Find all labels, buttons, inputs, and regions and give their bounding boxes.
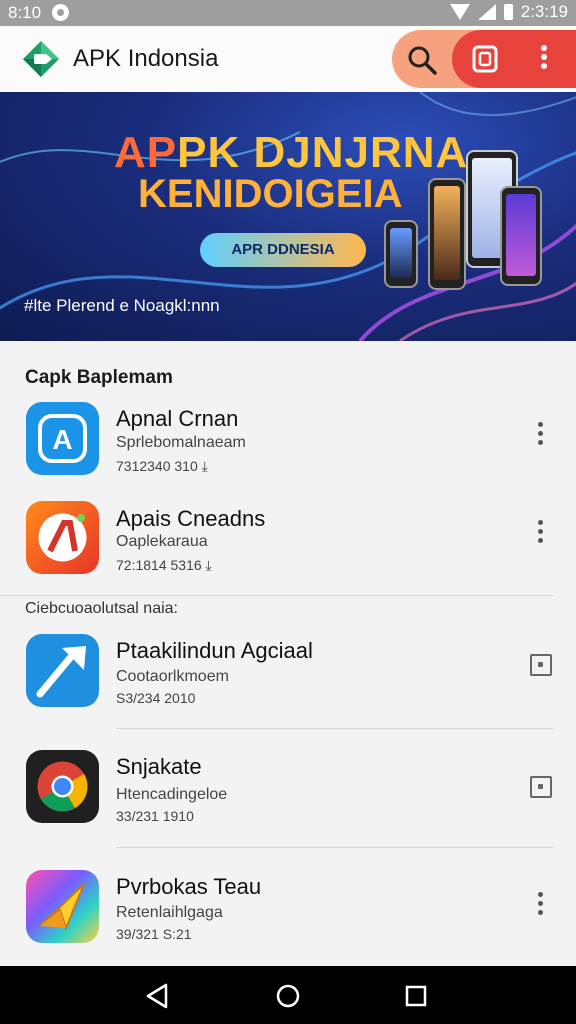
banner-chip: APR DDNESIA: [200, 233, 366, 267]
rainbow-plane-app-icon: [26, 870, 99, 943]
phone-illustration: [384, 220, 418, 288]
app-subtitle: Sprlebomalnaeam: [116, 434, 246, 451]
more-vert-icon[interactable]: [530, 42, 558, 76]
status-time: 8:10: [8, 3, 42, 22]
orange-a-app-icon: [26, 501, 99, 574]
app-meta: 39/321 S:21: [116, 926, 192, 942]
system-nav-bar: [0, 966, 576, 1024]
app-meta: S3/234 2010: [116, 690, 196, 706]
app-subtitle: Htencadingeloe: [116, 786, 228, 803]
notification-icon: [52, 4, 69, 21]
chrome-app-icon: [26, 750, 99, 823]
app-name: Apais Cneadns: [116, 506, 266, 531]
app-meta: 7312340 310 ⤓: [116, 458, 208, 474]
list-item[interactable]: A Apnal Crnan Sprlebomalnaeam 7312340 31…: [0, 398, 576, 498]
home-icon[interactable]: [274, 982, 302, 1010]
banner-title-line1: APPK DJNJRNA: [114, 128, 469, 177]
square-icon[interactable]: [530, 654, 552, 676]
app-title: APK Indonsia: [73, 45, 219, 72]
section-header-top: Capk Baplemam: [25, 367, 173, 388]
more-vert-icon[interactable]: [528, 418, 552, 452]
app-bar: APK Indonsia: [0, 26, 576, 92]
status-clock: 2:3:19: [520, 2, 568, 21]
app-name: Snjakate: [116, 754, 202, 779]
square-icon[interactable]: [530, 776, 552, 798]
list-item[interactable]: Pvrbokas Teau Retenlaihlgaga 39/321 S:21: [0, 866, 576, 966]
status-right: 2:3:19: [449, 2, 568, 22]
app-name: Pvrbokas Teau: [116, 874, 262, 899]
more-vert-icon[interactable]: [528, 516, 552, 550]
app-name: Ptaakilindun Agciaal: [116, 638, 313, 663]
list-item[interactable]: Apais Cneadns Oaplekaraua 72:1814 5316 ⤓: [0, 498, 576, 598]
signal-icon: [477, 4, 496, 20]
more-vert-icon[interactable]: [528, 888, 552, 922]
divider: [116, 728, 554, 729]
divider: [116, 847, 554, 848]
phone-illustration: [500, 186, 542, 286]
app-subtitle: Cootaorlkmoem: [116, 668, 229, 685]
battery-icon: [503, 4, 513, 20]
banner-title-line2: KENIDOIGEIA: [138, 172, 403, 216]
app-subtitle: Retenlaihlgaga: [116, 904, 223, 921]
search-icon[interactable]: [405, 43, 439, 77]
app-name: Apnal Crnan: [116, 406, 239, 431]
app-meta: 72:1814 5316 ⤓: [116, 557, 212, 573]
screen-icon[interactable]: [469, 43, 501, 75]
divider: [0, 595, 554, 596]
recents-icon[interactable]: [402, 982, 430, 1010]
section-header-middle: Ciebcuoaolutsal naia:: [25, 600, 178, 617]
phone-illustration: [428, 178, 466, 290]
apk-logo-icon: [23, 41, 59, 77]
blue-arrow-app-icon: [26, 634, 99, 707]
back-icon[interactable]: [144, 982, 172, 1010]
list-item[interactable]: Ptaakilindun Agciaal Cootaorlkmoem S3/23…: [0, 628, 576, 728]
blue-a-app-icon: A: [26, 402, 99, 475]
list-item[interactable]: Snjakate Htencadingeloe 33/231 1910: [0, 746, 576, 846]
app-meta: 33/231 1910: [116, 808, 194, 824]
banner-tagline: #lte Plerend e Noagkl:nnn: [24, 296, 220, 315]
wifi-icon: [449, 4, 470, 20]
status-bar: 8:10 2:3:19: [0, 0, 576, 26]
svg-text:A: A: [52, 424, 72, 455]
promo-banner[interactable]: APPK DJNJRNA KENIDOIGEIA APR DDNESIA #lt…: [0, 92, 576, 341]
app-subtitle: Oaplekaraua: [116, 533, 208, 550]
